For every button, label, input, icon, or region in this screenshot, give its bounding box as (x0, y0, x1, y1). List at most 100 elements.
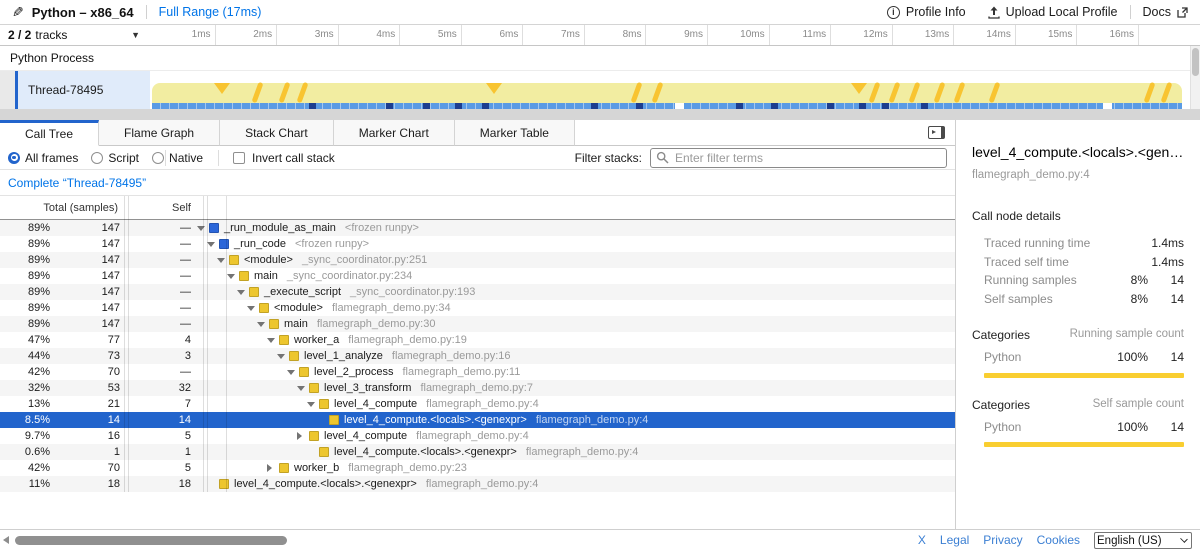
expander-icon[interactable] (307, 402, 319, 407)
footer: X Legal Privacy Cookies English (US) (0, 529, 1200, 550)
tree-row[interactable]: 44%733level_1_analyzeflamegraph_demo.py:… (0, 348, 955, 364)
sidebar-toggle-icon[interactable] (928, 126, 945, 139)
expander-icon[interactable] (247, 306, 259, 311)
triangle-down-icon (257, 322, 265, 327)
expander-icon[interactable] (277, 354, 289, 359)
tab-flame-graph[interactable]: Flame Graph (99, 120, 220, 146)
radio-label: Native (169, 151, 203, 165)
full-range-link[interactable]: Full Range (17ms) (159, 5, 262, 19)
expander-icon[interactable] (227, 274, 239, 279)
process-track[interactable]: Python Process (0, 46, 1200, 71)
self-samples-cell: 5 (120, 430, 191, 442)
cookies-link[interactable]: Cookies (1037, 533, 1080, 547)
breadcrumb-complete-thread[interactable]: Complete “Thread-78495” (8, 176, 146, 190)
tree-row[interactable]: 42%705worker_bflamegraph_demo.py:23 (0, 460, 955, 476)
tree-row[interactable]: 47%774worker_aflamegraph_demo.py:19 (0, 332, 955, 348)
upload-local-profile-button[interactable]: Upload Local Profile (988, 5, 1118, 19)
indent-spacer (197, 388, 297, 389)
detail-label: Traced self time (972, 255, 1106, 269)
tab-stack-chart[interactable]: Stack Chart (220, 120, 334, 146)
column-header-self[interactable]: Self (120, 202, 191, 214)
tree-row[interactable]: 13%217level_4_computeflamegraph_demo.py:… (0, 396, 955, 412)
file-location: flamegraph_demo.py:4 (526, 446, 639, 458)
expander-icon[interactable] (297, 432, 309, 440)
detail-percent: 8% (1106, 273, 1148, 287)
category-row: Python100%14 (972, 348, 1184, 367)
tab-marker-table[interactable]: Marker Table (455, 120, 575, 146)
x-link[interactable]: X (918, 533, 926, 547)
tree-row[interactable]: 89%147—<module>flamegraph_demo.py:34 (0, 300, 955, 316)
tree-row[interactable]: 32%5332level_3_transformflamegraph_demo.… (0, 380, 955, 396)
total-percent-cell: 47% (0, 334, 50, 346)
category-square-icon (329, 415, 339, 425)
vertical-scrollbar[interactable] (1190, 46, 1200, 109)
expander-icon[interactable] (287, 370, 299, 375)
thread-track-header[interactable]: Thread-78495 (18, 71, 150, 109)
expander-icon[interactable] (197, 226, 209, 231)
radio-label: All frames (25, 151, 78, 165)
tree-row[interactable]: 89%147—<module>_sync_coordinator.py:251 (0, 252, 955, 268)
column-header-total[interactable]: Total (samples) (0, 202, 120, 214)
detail-label: Self samples (972, 292, 1106, 306)
scrollbar-thumb[interactable] (1192, 48, 1199, 76)
ruler-tick-label: 11ms (768, 29, 826, 40)
tab-call-tree[interactable]: Call Tree (0, 120, 99, 146)
horizontal-scrollbar-thumb[interactable] (15, 536, 287, 545)
expander-icon[interactable] (297, 386, 309, 391)
language-select[interactable]: English (US) (1094, 532, 1192, 549)
detail-value: 14 (1148, 273, 1184, 287)
tree-row[interactable]: 9.7%165level_4_computeflamegraph_demo.py… (0, 428, 955, 444)
file-location: flamegraph_demo.py:23 (348, 462, 467, 474)
expander-icon[interactable] (217, 258, 229, 263)
function-name: level_4_compute (334, 398, 417, 410)
edit-profile-name-icon[interactable]: ✎ (12, 4, 24, 21)
radio-all-frames[interactable]: All frames (8, 151, 78, 165)
tree-cell: level_3_transformflamegraph_demo.py:7 (191, 380, 955, 396)
tree-row[interactable]: 89%147—_run_code<frozen runpy> (0, 236, 955, 252)
expander-icon[interactable] (267, 464, 279, 472)
function-name: <module> (244, 254, 293, 266)
chevron-down-icon: ▼ (131, 30, 140, 40)
triangle-down-icon (247, 306, 255, 311)
tree-row[interactable]: 89%147—_execute_script_sync_coordinator.… (0, 284, 955, 300)
radio-script[interactable]: Script (91, 151, 139, 165)
thread-activity-canvas[interactable] (150, 71, 1200, 109)
tree-row[interactable]: 89%147—main_sync_coordinator.py:234 (0, 268, 955, 284)
thread-track[interactable]: Thread-78495 (0, 71, 1200, 109)
self-samples-cell: — (120, 270, 191, 282)
tree-row[interactable]: 11%1818level_4_compute.<locals>.<genexpr… (0, 476, 955, 492)
radio-native[interactable]: Native (152, 151, 203, 165)
triangle-right-icon (297, 432, 302, 440)
radio-icon (152, 152, 164, 164)
tree-row[interactable]: 0.6%11level_4_compute.<locals>.<genexpr>… (0, 444, 955, 460)
tree-row[interactable]: 89%147—mainflamegraph_demo.py:30 (0, 316, 955, 332)
tab-marker-chart[interactable]: Marker Chart (334, 120, 455, 146)
tree-row[interactable]: 42%70—level_2_processflamegraph_demo.py:… (0, 364, 955, 380)
expander-icon[interactable] (267, 338, 279, 343)
triangle-down-icon (207, 242, 215, 247)
profile-title[interactable]: Python – x86_64 (32, 5, 134, 20)
tree-row[interactable]: 89%147—_run_module_as_main<frozen runpy> (0, 220, 955, 236)
profile-info-button[interactable]: i Profile Info (887, 5, 966, 19)
expander-icon[interactable] (207, 242, 219, 247)
category-row: Python100%14 (972, 418, 1184, 437)
legal-link[interactable]: Legal (940, 533, 969, 547)
function-name: worker_b (294, 462, 339, 474)
tree-row[interactable]: 8.5%1414level_4_compute.<locals>.<genexp… (0, 412, 955, 428)
triangle-down-icon (287, 370, 295, 375)
tracks-dropdown[interactable]: 2 / 2tracks ▼ (8, 25, 150, 45)
docs-link[interactable]: Docs (1143, 5, 1188, 19)
activity-dip-triangle (851, 83, 867, 94)
upload-icon (988, 6, 1000, 19)
expander-icon[interactable] (257, 322, 269, 327)
triangle-down-icon (277, 354, 285, 359)
scroll-left-arrow-icon[interactable] (3, 536, 9, 544)
privacy-link[interactable]: Privacy (983, 533, 1022, 547)
filter-stacks-input[interactable] (650, 148, 947, 168)
divider (218, 150, 219, 166)
categories-header-row: CategoriesRunning sample count (972, 328, 1184, 342)
ruler-tick-label: 4ms (337, 29, 395, 40)
self-samples-cell: 3 (120, 350, 191, 362)
invert-call-stack-checkbox[interactable] (233, 152, 245, 164)
expander-icon[interactable] (237, 290, 249, 295)
